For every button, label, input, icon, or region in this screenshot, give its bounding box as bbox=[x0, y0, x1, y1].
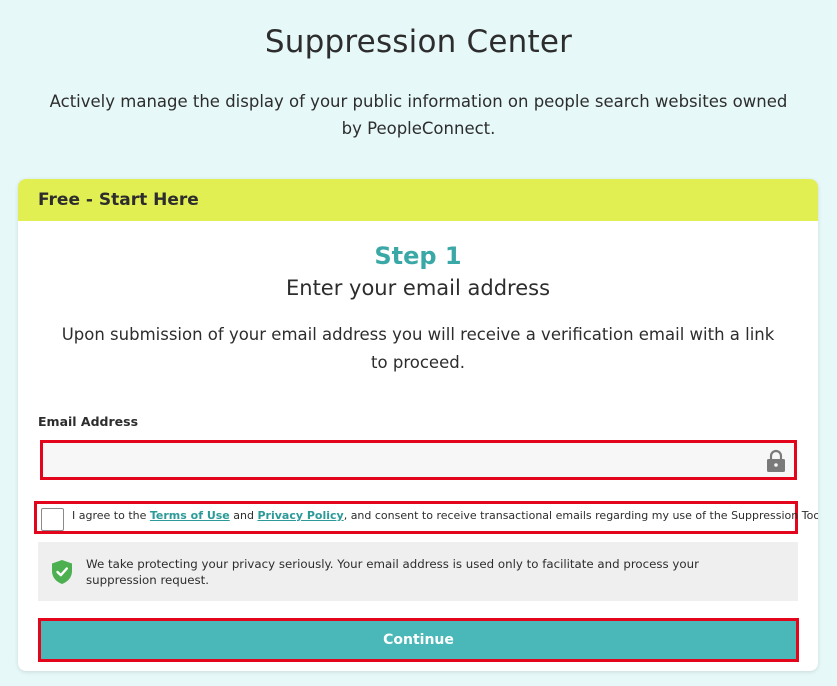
privacy-policy-link[interactable]: Privacy Policy bbox=[257, 509, 343, 522]
step-title: Step 1 bbox=[374, 242, 462, 270]
email-field-container bbox=[40, 440, 797, 480]
consent-suffix: , and consent to receive transactional e… bbox=[343, 509, 818, 522]
consent-text: I agree to the Terms of Use and Privacy … bbox=[72, 509, 818, 522]
privacy-note: We take protecting your privacy seriousl… bbox=[38, 542, 798, 601]
suppression-card: Free - Start Here Step 1 Enter your emai… bbox=[18, 179, 818, 671]
terms-of-use-link[interactable]: Terms of Use bbox=[150, 509, 230, 522]
email-label: Email Address bbox=[38, 414, 139, 429]
continue-button[interactable]: Continue bbox=[41, 621, 796, 659]
privacy-note-text: We take protecting your privacy seriousl… bbox=[86, 556, 699, 587]
page-subtitle: Actively manage the display of your publ… bbox=[49, 92, 788, 138]
consent-prefix: I agree to the bbox=[72, 509, 150, 522]
consent-row: I agree to the Terms of Use and Privacy … bbox=[34, 501, 818, 534]
step-subtitle: Enter your email address bbox=[285, 276, 551, 300]
page-title: Suppression Center bbox=[264, 24, 573, 60]
step-description: Upon submission of your email address yo… bbox=[61, 325, 775, 372]
consent-and: and bbox=[229, 509, 258, 522]
lock-icon bbox=[767, 449, 785, 472]
consent-checkbox[interactable] bbox=[41, 508, 64, 531]
card-header: Free - Start Here bbox=[18, 179, 818, 221]
continue-button-container: Continue bbox=[38, 618, 799, 662]
email-field[interactable] bbox=[43, 443, 794, 477]
shield-check-icon bbox=[52, 559, 72, 584]
